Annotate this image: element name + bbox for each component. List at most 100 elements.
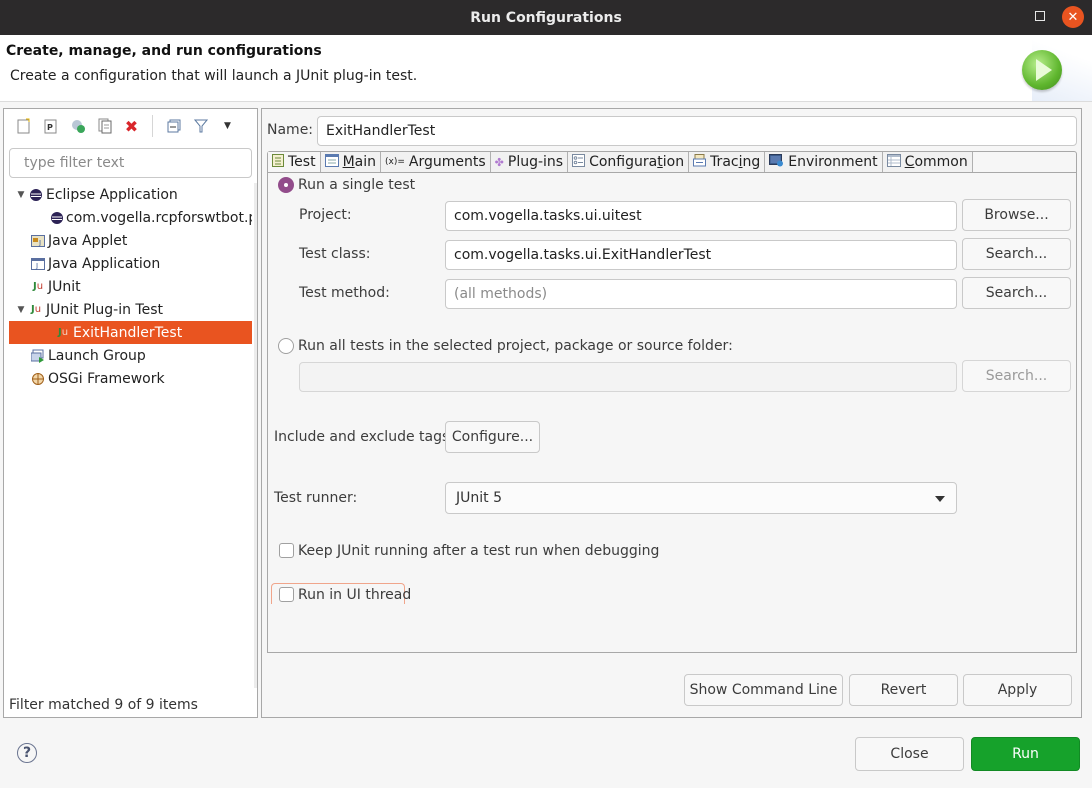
filter-icon[interactable] <box>189 115 212 137</box>
common-tab-icon <box>886 154 901 170</box>
run-single-test-label: Run a single test <box>298 177 416 193</box>
test-method-input[interactable] <box>445 279 957 309</box>
test-class-label: Test class: <box>299 246 371 262</box>
chevron-down-icon[interactable]: ▼ <box>216 115 239 137</box>
dialog-header: Create, manage, and run configurations C… <box>0 35 1092 102</box>
apply-button[interactable]: Apply <box>963 674 1072 706</box>
tab-label: Environment <box>788 154 878 170</box>
launch-group-icon <box>30 348 46 364</box>
help-icon[interactable]: ? <box>17 743 37 763</box>
junit-icon: Ju <box>32 281 44 292</box>
configure-tags-button[interactable]: Configure... <box>445 421 540 453</box>
run-single-test-radio[interactable] <box>278 177 294 193</box>
svg-text:P: P <box>47 123 53 132</box>
container-input[interactable] <box>299 362 957 392</box>
expand-toggle-icon[interactable]: ▼ <box>14 190 28 200</box>
keep-junit-running-label: Keep JUnit running after a test run when… <box>298 543 660 559</box>
new-prototype-icon[interactable]: P <box>39 115 62 137</box>
window-titlebar: Run Configurations ✕ <box>0 0 1092 35</box>
tree-item-java-applet[interactable]: J Java Applet <box>4 229 252 252</box>
export-icon[interactable] <box>66 115 89 137</box>
test-class-input[interactable] <box>445 240 957 270</box>
test-runner-value: JUnit 5 <box>456 490 502 506</box>
tree-item-label: com.vogella.rcpforswtbot.p <box>66 209 252 226</box>
configuration-tab-icon <box>572 154 586 170</box>
tree-item-label: Eclipse Application <box>46 186 178 203</box>
name-label: Name: <box>267 122 314 138</box>
tab-arguments[interactable]: (x)= Arguments <box>381 152 491 172</box>
tab-label: Tracing <box>710 154 761 170</box>
tree-item-label: Java Applet <box>48 232 128 249</box>
project-input[interactable] <box>445 201 957 231</box>
tree-item-junit[interactable]: Ju JUnit <box>4 275 252 298</box>
svg-text:J: J <box>38 239 41 247</box>
tab-main[interactable]: Main <box>320 152 382 172</box>
project-browse-button[interactable]: Browse... <box>962 199 1071 231</box>
duplicate-icon[interactable] <box>93 115 116 137</box>
tags-label: Include and exclude tags: <box>274 429 454 445</box>
run-in-ui-thread-label: Run in UI thread <box>298 587 412 603</box>
filter-status: Filter matched 9 of 9 items <box>9 697 198 713</box>
test-method-search-button[interactable]: Search... <box>962 277 1071 309</box>
tab-strip: Test Main (x)= Arguments ✤ Plug-ins Conf… <box>268 152 1076 173</box>
tree-item-label: OSGi Framework <box>48 370 165 387</box>
tree-item-label: JUnit Plug-in Test <box>46 301 164 318</box>
collapse-all-icon[interactable] <box>162 115 185 137</box>
delete-icon[interactable]: ✖ <box>120 115 143 137</box>
eclipse-icon <box>28 187 44 203</box>
tree-item-label: ExitHandlerTest <box>73 324 183 341</box>
tracing-tab-icon <box>693 154 707 170</box>
plugins-tab-icon: ✤ <box>494 155 504 169</box>
test-runner-select[interactable]: JUnit 5 <box>445 482 957 514</box>
tree-item-java-application[interactable]: J Java Application <box>4 252 252 275</box>
tree-item-launch-group[interactable]: Launch Group <box>4 344 252 367</box>
maximize-icon[interactable] <box>1035 11 1045 21</box>
svg-text:J: J <box>35 262 38 270</box>
header-subtitle: Create a configuration that will launch … <box>10 68 418 84</box>
tab-label: Plug-ins <box>507 154 564 170</box>
tab-folder: Test Main (x)= Arguments ✤ Plug-ins Conf… <box>267 151 1077 653</box>
tab-label: Main <box>342 154 377 170</box>
name-input[interactable] <box>317 116 1077 146</box>
left-toolbar: P ✖ ▼ <box>4 109 257 143</box>
tree-item-junit-plugin-test[interactable]: ▼ Ju JUnit Plug-in Test <box>4 298 252 321</box>
run-all-tests-radio[interactable] <box>278 338 294 354</box>
tab-environment[interactable]: Environment <box>765 152 883 172</box>
close-icon[interactable]: ✕ <box>1062 6 1084 28</box>
configuration-list-panel: P ✖ ▼ ▼ Eclipse Application com.vogella.… <box>3 108 258 718</box>
osgi-icon <box>30 371 46 387</box>
tree-item-eclipse-application[interactable]: ▼ Eclipse Application <box>4 183 252 206</box>
test-class-search-button[interactable]: Search... <box>962 238 1071 270</box>
new-config-icon[interactable] <box>12 115 35 137</box>
tab-label: Test <box>288 154 316 170</box>
tab-common[interactable]: Common <box>882 152 973 172</box>
tab-plugins[interactable]: ✤ Plug-ins <box>490 152 569 172</box>
expand-toggle-icon[interactable]: ▼ <box>14 305 28 315</box>
main-tab-icon <box>324 154 339 170</box>
project-label: Project: <box>299 207 352 223</box>
run-in-ui-thread-checkbox[interactable] <box>279 587 294 602</box>
close-button[interactable]: Close <box>855 737 964 771</box>
eclipse-icon <box>50 210 64 226</box>
java-application-icon: J <box>30 256 46 272</box>
tree-item-rcpforswtbot[interactable]: com.vogella.rcpforswtbot.p <box>4 206 252 229</box>
tree-item-exithandlertest[interactable]: Ju ExitHandlerTest <box>9 321 252 344</box>
tree-item-label: Launch Group <box>48 347 146 364</box>
configuration-tree: ▼ Eclipse Application com.vogella.rcpfor… <box>4 183 252 390</box>
tree-item-osgi-framework[interactable]: OSGi Framework <box>4 367 252 390</box>
revert-button[interactable]: Revert <box>849 674 958 706</box>
tab-configuration[interactable]: Configuration <box>568 152 690 172</box>
arguments-tab-icon: (x)= <box>385 157 405 167</box>
tab-test[interactable]: Test <box>268 152 321 172</box>
keep-junit-running-checkbox[interactable] <box>279 543 294 558</box>
filter-input[interactable] <box>9 148 252 178</box>
tree-item-label: JUnit <box>48 278 81 295</box>
tab-tracing[interactable]: Tracing <box>689 152 766 172</box>
java-applet-icon: J <box>30 233 46 249</box>
tree-scrollbar[interactable] <box>254 183 257 688</box>
container-search-button[interactable]: Search... <box>962 360 1071 392</box>
toolbar-separator <box>152 115 153 137</box>
run-button[interactable]: Run <box>971 737 1080 771</box>
window-title: Run Configurations <box>470 9 622 26</box>
show-command-line-button[interactable]: Show Command Line <box>684 674 843 706</box>
